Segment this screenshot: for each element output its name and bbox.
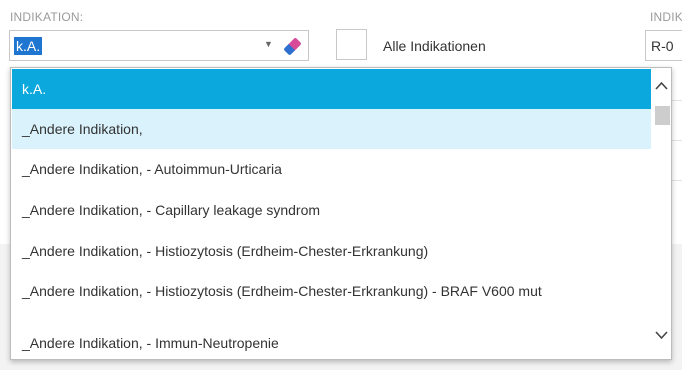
alle-indikationen-checkbox[interactable] xyxy=(336,29,367,60)
scrollbar-thumb[interactable] xyxy=(655,106,670,125)
indikation-label: INDIKATION: xyxy=(10,10,84,24)
list-item[interactable]: k.A. xyxy=(12,69,651,109)
eraser-icon[interactable] xyxy=(283,37,302,56)
chevron-up-icon[interactable] xyxy=(655,81,668,91)
vertical-scrollbar[interactable] xyxy=(652,68,671,359)
indikation-combobox[interactable]: k.A. ▼ xyxy=(9,30,309,61)
list-item[interactable]: _Andere Indikation, - Histiozytosis (Erd… xyxy=(12,231,651,271)
list-item[interactable]: _Andere Indikation, xyxy=(12,109,651,149)
chevron-down-icon[interactable]: ▼ xyxy=(264,39,273,49)
indikation-dropdown-list[interactable]: k.A. _Andere Indikation, _Andere Indikat… xyxy=(10,67,672,360)
right-column-value: R-0 xyxy=(651,38,674,54)
chevron-down-icon[interactable] xyxy=(655,330,668,340)
alle-indikationen-label[interactable]: Alle Indikationen xyxy=(383,38,486,54)
list-item[interactable]: _Andere Indikation, - Immun-Neutropenie xyxy=(12,323,651,359)
list-item[interactable]: _Andere Indikation, - Histiozytosis (Erd… xyxy=(12,271,651,311)
right-column-field[interactable]: R-0 xyxy=(645,30,682,61)
right-column-label: INDIK xyxy=(650,10,682,24)
list-item[interactable]: _Andere Indikation, - Capillary leakage … xyxy=(12,190,651,230)
combobox-value[interactable]: k.A. xyxy=(14,37,43,55)
list-item[interactable]: _Andere Indikation, - Autoimmun-Urticari… xyxy=(12,149,651,189)
